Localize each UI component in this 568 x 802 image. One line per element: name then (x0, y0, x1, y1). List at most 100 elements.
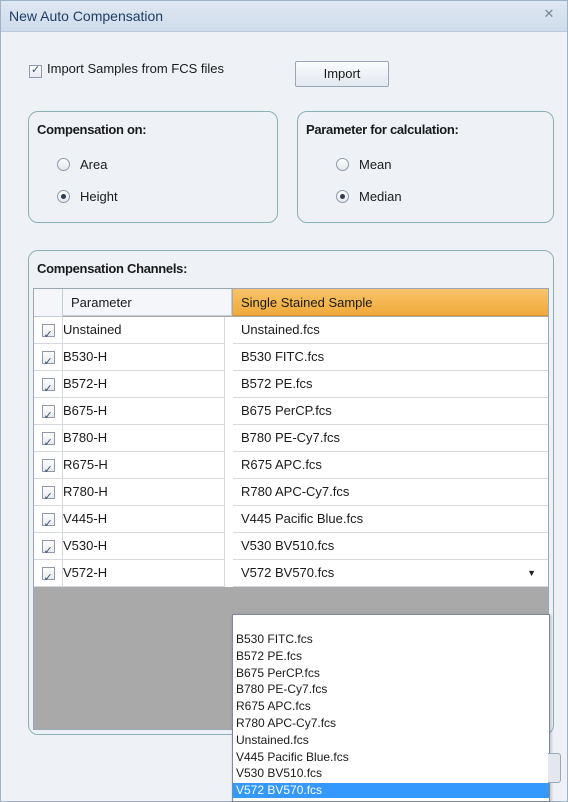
row-checkbox-cell[interactable] (34, 560, 63, 591)
radio-height[interactable]: Height (57, 187, 118, 205)
radio-height-button[interactable] (57, 189, 70, 203)
import-checkbox[interactable]: Import Samples from FCS files (29, 61, 224, 79)
radio-median[interactable]: Median (336, 187, 402, 205)
table-row[interactable]: B572-H B572 PE.fcs (34, 371, 548, 402)
row-checkbox[interactable] (41, 538, 55, 564)
row-checkbox[interactable] (41, 430, 55, 456)
row-sample[interactable]: B530 FITC.fcs (233, 344, 548, 371)
row-sample-label: B780 PE-Cy7.fcs (241, 430, 340, 445)
parameter-for-calculation-group: Parameter for calculation: Mean Median (297, 111, 554, 223)
compensation-on-group: Compensation on: Area Height (28, 111, 278, 223)
dropdown-option[interactable]: V445 Pacific Blue.fcs (236, 750, 349, 765)
row-parameter: V445-H (63, 506, 225, 533)
dropdown-option[interactable]: Unstained.fcs (236, 733, 309, 748)
row-parameter: V530-H (63, 533, 225, 560)
row-parameter: B675-H (63, 398, 225, 425)
row-checkbox-cell[interactable] (34, 398, 63, 429)
dropdown-option[interactable]: V530 BV510.fcs (236, 766, 322, 781)
table-row[interactable]: V572-H V572 BV570.fcs ▼ (34, 560, 548, 591)
dialog-button-edge[interactable] (548, 753, 561, 783)
radio-area[interactable]: Area (57, 155, 107, 173)
row-checkbox[interactable] (41, 457, 55, 483)
row-checkbox-cell[interactable] (34, 371, 63, 402)
row-sample[interactable]: Unstained.fcs (233, 317, 548, 344)
row-checkbox[interactable] (41, 376, 55, 402)
sample-dropdown-list[interactable]: B530 FITC.fcs B572 PE.fcs B675 PerCP.fcs B7… (232, 614, 550, 802)
dropdown-option[interactable]: B572 PE.fcs (236, 649, 302, 664)
row-checkbox-cell[interactable] (34, 452, 63, 483)
radio-area-label: Area (80, 156, 108, 172)
row-sample-label: B530 FITC.fcs (241, 349, 325, 364)
import-checkbox-label: Import Samples from FCS files (47, 61, 224, 76)
row-sample-label: R675 APC.fcs (241, 457, 322, 472)
row-checkbox-cell[interactable] (34, 533, 63, 564)
row-sample[interactable]: V572 BV570.fcs ▼ (233, 560, 548, 587)
row-parameter: Unstained (63, 317, 225, 344)
row-sample-label: V445 Pacific Blue.fcs (241, 511, 364, 526)
grid-header-sample[interactable]: Single Stained Sample (233, 289, 548, 316)
row-sample-label: V572 BV570.fcs (241, 565, 335, 580)
window-title: New Auto Compensation (9, 8, 164, 24)
row-sample[interactable]: R780 APC-Cy7.fcs (233, 479, 548, 506)
row-sample-label: B572 PE.fcs (241, 376, 313, 391)
close-icon[interactable]: ✕ (541, 6, 557, 22)
row-parameter: V572-H (63, 560, 225, 587)
dropdown-option[interactable]: V572 BV570.fcs (233, 783, 549, 799)
row-sample[interactable]: R675 APC.fcs (233, 452, 548, 479)
row-checkbox-cell[interactable] (34, 506, 63, 537)
table-row[interactable]: B780-H B780 PE-Cy7.fcs (34, 425, 548, 456)
title-bar: New Auto Compensation ✕ (1, 1, 567, 32)
dialog-window: New Auto Compensation ✕ Import Samples f… (0, 0, 568, 802)
dropdown-option[interactable]: R675 APC.fcs (236, 699, 311, 714)
row-checkbox[interactable] (41, 565, 55, 591)
row-parameter: R675-H (63, 452, 225, 479)
row-parameter: B572-H (63, 371, 225, 398)
row-parameter: B530-H (63, 344, 225, 371)
row-parameter: B780-H (63, 425, 225, 452)
compensation-on-title: Compensation on: (37, 122, 147, 137)
table-row[interactable]: R675-H R675 APC.fcs (34, 452, 548, 483)
import-checkbox-box[interactable] (29, 63, 42, 79)
row-sample[interactable]: B572 PE.fcs (233, 371, 548, 398)
table-row[interactable]: B675-H B675 PerCP.fcs (34, 398, 548, 429)
dropdown-option[interactable]: B530 FITC.fcs (236, 632, 313, 647)
radio-mean[interactable]: Mean (336, 155, 392, 173)
row-checkbox-cell[interactable] (34, 317, 63, 348)
table-row[interactable]: V445-H V445 Pacific Blue.fcs (34, 506, 548, 537)
row-sample-label: R780 APC-Cy7.fcs (241, 484, 350, 499)
radio-mean-button[interactable] (336, 157, 349, 171)
row-checkbox[interactable] (41, 349, 55, 375)
grid-header-corner (34, 289, 63, 317)
radio-median-button[interactable] (336, 189, 349, 203)
row-checkbox[interactable] (41, 511, 55, 537)
row-sample[interactable]: B780 PE-Cy7.fcs (233, 425, 548, 452)
dropdown-option[interactable]: B675 PerCP.fcs (236, 666, 320, 681)
row-sample[interactable]: V445 Pacific Blue.fcs (233, 506, 548, 533)
grid-header-parameter[interactable]: Parameter (63, 289, 232, 316)
row-checkbox-cell[interactable] (34, 344, 63, 375)
row-checkbox[interactable] (41, 484, 55, 510)
row-checkbox-cell[interactable] (34, 425, 63, 456)
radio-mean-label: Mean (359, 156, 392, 172)
import-button[interactable]: Import (295, 61, 389, 87)
dropdown-option[interactable]: R780 APC-Cy7.fcs (236, 716, 336, 731)
table-row[interactable]: V530-H V530 BV510.fcs (34, 533, 548, 564)
table-row[interactable]: R780-H R780 APC-Cy7.fcs (34, 479, 548, 510)
radio-area-button[interactable] (57, 157, 70, 171)
dropdown-arrow-icon[interactable]: ▼ (527, 560, 536, 586)
row-sample[interactable]: B675 PerCP.fcs (233, 398, 548, 425)
radio-height-label: Height (80, 188, 118, 204)
table-row[interactable]: Unstained Unstained.fcs (34, 317, 548, 348)
parameter-for-calculation-title: Parameter for calculation: (306, 122, 459, 137)
row-checkbox[interactable] (41, 322, 55, 348)
row-sample-label: Unstained.fcs (241, 322, 320, 337)
row-sample[interactable]: V530 BV510.fcs (233, 533, 548, 560)
row-checkbox-cell[interactable] (34, 479, 63, 510)
dropdown-option[interactable]: B780 PE-Cy7.fcs (236, 682, 327, 697)
radio-median-label: Median (359, 188, 402, 204)
compensation-channels-title: Compensation Channels: (37, 261, 188, 276)
row-checkbox[interactable] (41, 403, 55, 429)
row-sample-label: B675 PerCP.fcs (241, 403, 332, 418)
table-row[interactable]: B530-H B530 FITC.fcs (34, 344, 548, 375)
row-sample-label: V530 BV510.fcs (241, 538, 335, 553)
